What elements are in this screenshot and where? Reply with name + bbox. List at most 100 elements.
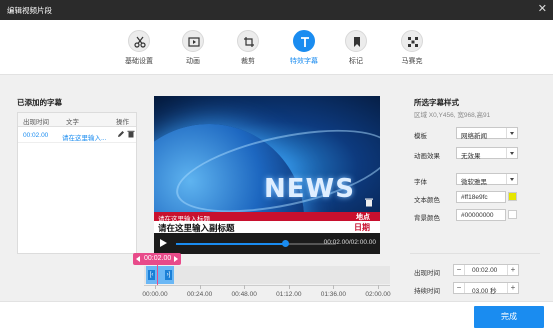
font-value: 微软雅黑	[461, 179, 487, 186]
appear-time-label: 出现时间	[414, 270, 440, 277]
time-display: 00:02.00/02:00.00	[323, 239, 376, 246]
template-label: 模板	[414, 133, 427, 140]
seek-progress	[176, 243, 285, 245]
tick-mark	[288, 285, 290, 289]
tick-label: 00:00.00	[142, 291, 168, 298]
subtitle-date-text: 日期	[354, 223, 370, 232]
bg-color-field[interactable]: #00000000	[456, 209, 506, 221]
subtitle-clip[interactable]: [‹ ›]	[146, 266, 174, 284]
playhead-marker[interactable]: 00:02.00	[133, 253, 181, 265]
column-header-text: 文字	[66, 119, 79, 126]
subtitle-subtitle-bar[interactable]: 请在这里输入副标题 日期	[154, 221, 380, 233]
tab-label: 特效字幕	[290, 58, 318, 65]
row-text: 请在这里输入...	[62, 135, 107, 142]
tab-mosaic[interactable]: 马赛克	[387, 30, 437, 66]
bg-color-label: 背景颜色	[414, 215, 440, 222]
tab-label: 裁剪	[241, 58, 255, 65]
tick-label: 02:00.00	[365, 291, 391, 298]
playhead-time: 00:02.00	[144, 255, 172, 262]
bg-color-value: #00000000	[461, 212, 494, 219]
player-controls: 00:02.00/02:00.00	[154, 233, 380, 254]
seek-handle[interactable]	[281, 240, 289, 247]
tab-label: 基础设置	[125, 58, 153, 65]
finish-button[interactable]: 完成	[474, 306, 544, 328]
tab-mark[interactable]: 标记	[331, 30, 381, 66]
minus-icon[interactable]: −	[454, 265, 465, 275]
tick-mark	[333, 285, 335, 289]
text-color-value: #ff18e9fc	[461, 194, 488, 201]
tab-crop[interactable]: 裁剪	[223, 30, 273, 66]
delete-icon[interactable]	[127, 130, 135, 140]
animation-select[interactable]: 无效果	[456, 147, 518, 160]
animation-label: 动画效果	[414, 153, 440, 160]
mosaic-icon	[401, 30, 423, 52]
chevron-down-icon	[506, 148, 517, 158]
appear-time-stepper[interactable]: − 00:02.00 +	[453, 264, 519, 276]
template-value: 网络新闻	[461, 133, 487, 140]
tab-label: 马赛克	[401, 58, 423, 65]
crop-icon	[237, 30, 259, 52]
edit-icon[interactable]	[117, 130, 125, 140]
clip-left-handle[interactable]: [‹	[148, 270, 155, 280]
tab-effect-subtitles[interactable]: 特效字幕	[279, 30, 329, 66]
text-color-field[interactable]: #ff18e9fc	[456, 191, 506, 203]
playhead-left-arrow-icon[interactable]	[136, 256, 140, 262]
text-t-icon	[293, 30, 315, 52]
row-time: 00:02.00	[23, 132, 49, 139]
play-box-icon	[182, 30, 204, 52]
clip-right-handle[interactable]: ›]	[165, 270, 172, 280]
table-header: 出现时间 文字 操作	[18, 113, 136, 127]
chevron-down-icon	[506, 174, 517, 184]
divider	[410, 253, 540, 254]
play-icon[interactable]	[160, 239, 167, 247]
column-header-time: 出现时间	[23, 119, 49, 126]
chevron-down-icon	[506, 128, 517, 138]
text-color-swatch[interactable]	[508, 192, 517, 201]
subtitles-table: 出现时间 文字 操作 00:02.00 请在这里输入...	[17, 112, 137, 254]
close-icon[interactable]: ✕	[538, 3, 547, 15]
tab-animation[interactable]: 动画	[168, 30, 218, 66]
timeline-ruler	[144, 285, 390, 286]
playhead-line	[157, 265, 158, 285]
playhead-right-arrow-icon[interactable]	[174, 256, 178, 262]
bg-color-swatch[interactable]	[508, 210, 517, 219]
tab-label: 标记	[349, 58, 363, 65]
table-row[interactable]: 00:02.00 请在这里输入...	[18, 128, 136, 143]
subtitles-panel-title: 已添加的字幕	[17, 98, 62, 107]
subtitle-title-bar[interactable]: 请在这里输入标题 地点	[154, 212, 380, 223]
tick-label: 01:12.00	[276, 291, 302, 298]
tick-mark	[378, 285, 379, 289]
scissors-icon	[128, 30, 150, 52]
video-player: NEWS 请在这里输入标题 地点 请在这里输入副标题 日期 00:02.00/0…	[154, 96, 380, 254]
column-header-actions: 操作	[116, 119, 129, 126]
delete-overlay-icon[interactable]	[364, 197, 374, 207]
tab-basic-settings[interactable]: 基础设置	[114, 30, 164, 66]
tick-label: 01:36.00	[320, 291, 347, 298]
duration-value: 03.00 秒	[472, 288, 497, 295]
plus-icon[interactable]: +	[507, 283, 518, 293]
minus-icon[interactable]: −	[454, 283, 465, 293]
tick-label: 00:24.00	[186, 291, 213, 298]
window-title: 编辑视频片段	[7, 6, 52, 15]
tick-mark	[244, 285, 246, 289]
template-select[interactable]: 网络新闻	[456, 127, 518, 140]
timeline-track[interactable]	[144, 266, 390, 284]
seek-bar[interactable]	[176, 240, 336, 247]
tick-mark	[155, 285, 156, 289]
font-select[interactable]: 微软雅黑	[456, 173, 518, 186]
video-frame: NEWS	[154, 96, 380, 212]
tick-label: 00:48.00	[231, 291, 257, 298]
duration-label: 持续时间	[414, 288, 440, 295]
footer-bar	[0, 301, 553, 332]
font-label: 字体	[414, 179, 427, 186]
appear-time-value: 00:02.00	[472, 267, 498, 274]
toolbar: 基础设置 动画 裁剪 特效字幕 标记 马赛克	[0, 20, 553, 75]
tick-mark	[199, 285, 201, 289]
text-color-label: 文本颜色	[414, 197, 440, 204]
region-info: 区域 X0,Y456, 宽968,高91	[414, 112, 491, 119]
window-titlebar: 编辑视频片段 ✕	[0, 0, 553, 20]
bookmark-icon	[345, 30, 367, 52]
duration-stepper[interactable]: − 03.00 秒 +	[453, 282, 519, 295]
news-text: NEWS	[264, 174, 355, 204]
plus-icon[interactable]: +	[507, 265, 518, 275]
